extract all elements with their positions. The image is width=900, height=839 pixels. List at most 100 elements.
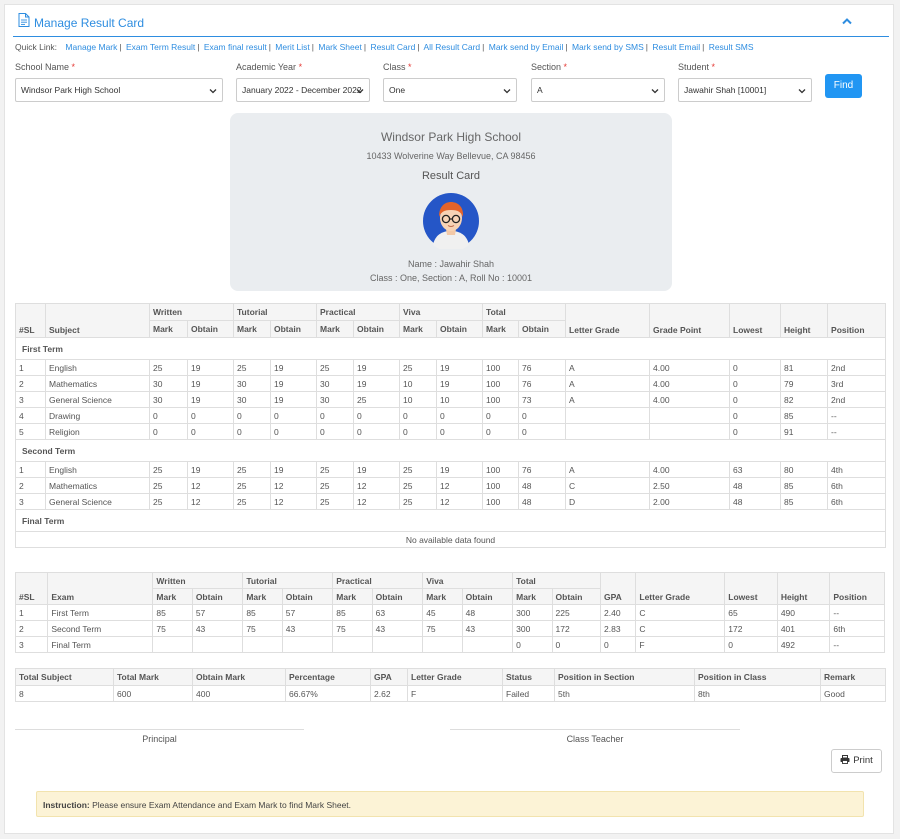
student-select[interactable]: Jawahir Shah [10001] (678, 78, 812, 102)
quick-link-mark-sheet[interactable]: Mark Sheet (318, 42, 361, 52)
table-cell: 30 (233, 375, 271, 392)
quick-link-mark-send-email[interactable]: Mark send by Email (489, 42, 564, 52)
table-cell: 2nd (827, 359, 887, 376)
group-header: Practical (316, 303, 401, 321)
table-row: 2 Mathematics 30 19 30 19 30 19 10 19 100 76 A 4.00 0 7… (15, 375, 887, 392)
table-cell: 81 (780, 359, 829, 376)
school-field: School Name * Windsor Park High School (15, 62, 223, 102)
mark-subheader: Mark (233, 320, 271, 338)
academic-year-field: Academic Year * January 2022 - December … (236, 62, 370, 102)
table-cell: 2 (15, 477, 46, 494)
height-header: Height (776, 572, 831, 605)
chevron-down-icon (651, 89, 659, 94)
table-cell (565, 407, 651, 424)
quick-link-merit-list[interactable]: Merit List (275, 42, 309, 52)
table-cell: 85 (780, 407, 829, 424)
table-cell (422, 636, 463, 653)
table-cell: 0 (600, 636, 637, 653)
mark-subheader: Mark (242, 588, 283, 605)
header-group-row: #SL Exam Written Tutorial Practical Viva Total… (14, 572, 885, 605)
quick-link-exam-final-result[interactable]: Exam final result (204, 42, 267, 52)
table-cell (152, 636, 193, 653)
class-field: Class * One (383, 62, 517, 102)
table-cell: 19 (187, 359, 234, 376)
header-group-row: #SL Subject Written Tutorial Practical Viva To… (15, 303, 887, 338)
overall-summary-table: Total Subject Total Mark Obtain Mark Percen… (15, 668, 886, 702)
find-button[interactable]: Find (825, 74, 862, 98)
term-heading-row: Second Term (14, 439, 887, 462)
table-cell: 2 (15, 375, 46, 392)
table-cell: 3 (15, 391, 46, 408)
obtain-subheader: Obtain (187, 320, 234, 338)
table-cell: 0 (512, 636, 553, 653)
mark-subheader: Mark (399, 320, 438, 338)
quick-link-result-card[interactable]: Result Card (370, 42, 415, 52)
table-cell: 0 (353, 423, 401, 440)
table-cell: Final Term (47, 636, 154, 653)
section-select[interactable]: A (531, 78, 665, 102)
summary-value: F (407, 685, 503, 702)
table-cell: English (45, 359, 150, 376)
table-row: 4 Drawing 0 0 0 0 0 0 0 0 0 0 0 85 -- (15, 407, 887, 424)
card-school-name: Windsor Park High School (380, 130, 522, 144)
table-cell: 0 (436, 407, 484, 424)
table-row: 3 General Science 25 12 25 12 25 12 25 12 100 48 D 2.… (15, 493, 887, 510)
term-heading-row: Final Term (14, 509, 887, 532)
summary-header: Percentage (285, 668, 371, 686)
table-cell: 19 (436, 375, 484, 392)
table-row: 1 English 25 19 25 19 25 19 25 19 100 76 A 4.00 0 81 2nd (15, 359, 887, 376)
table-cell: 0 (729, 359, 782, 376)
table-cell: 30 (149, 375, 188, 392)
table-cell: 0 (724, 636, 778, 653)
table-cell: 19 (187, 461, 234, 478)
quick-link-result-sms[interactable]: Result SMS (709, 42, 754, 52)
page-title: Manage Result Card (34, 16, 145, 30)
table-cell: -- (829, 604, 885, 621)
table-cell: 3 (15, 493, 46, 510)
table-cell: C (635, 620, 726, 637)
subject-marks-table: #SL Subject Written Tutorial Practical Viva To… (14, 303, 887, 548)
academic-year-select[interactable]: January 2022 - December 2022 (236, 78, 370, 102)
table-cell: 4.00 (649, 461, 731, 478)
table-cell: 76 (518, 375, 567, 392)
school-select[interactable]: Windsor Park High School (15, 78, 223, 102)
table-cell: 0 (316, 423, 355, 440)
table-cell: 25 (149, 477, 188, 494)
quick-link-all-result-card[interactable]: All Result Card (423, 42, 480, 52)
table-cell: 85 (242, 604, 283, 621)
quick-link-exam-term-result[interactable]: Exam Term Result (126, 42, 195, 52)
print-label: Print (853, 755, 873, 766)
table-cell: 85 (780, 493, 829, 510)
obtain-subheader: Obtain (551, 588, 602, 605)
table-cell: 401 (776, 620, 831, 637)
summary-value-row: 8 600 400 66.67% 2.62 F Failed 5th 8th Good (15, 685, 886, 702)
print-button[interactable]: Print (831, 749, 882, 773)
table-cell: 3 (14, 636, 49, 653)
exam-summary-table: #SL Exam Written Tutorial Practical Viva Total… (14, 572, 885, 653)
table-cell: 0 (353, 407, 401, 424)
table-cell: A (565, 375, 651, 392)
table-row: 3 Final Term 0 0 0 F 0 492 -- (14, 636, 885, 653)
table-cell: 91 (780, 423, 829, 440)
quick-link-manage-mark[interactable]: Manage Mark (65, 42, 117, 52)
printer-icon (840, 755, 850, 764)
summary-value: 2.62 (370, 685, 408, 702)
table-cell: 48 (729, 477, 782, 494)
summary-value: 66.67% (285, 685, 371, 702)
lowest-header: Lowest (729, 303, 782, 338)
table-cell: 0 (729, 407, 782, 424)
table-cell: 225 (551, 604, 602, 621)
table-cell: -- (829, 636, 885, 653)
table-cell: 25 (399, 359, 438, 376)
table-cell: 25 (399, 461, 438, 478)
table-cell: 43 (281, 620, 334, 637)
lowest-header: Lowest (724, 572, 778, 605)
quick-link-mark-send-sms[interactable]: Mark send by SMS (572, 42, 644, 52)
class-select[interactable]: One (383, 78, 517, 102)
quick-link-result-email[interactable]: Result Email (652, 42, 700, 52)
table-cell: 2.50 (649, 477, 731, 494)
table-cell: 12 (187, 493, 234, 510)
chevron-up-icon[interactable] (841, 16, 853, 26)
table-cell (332, 636, 373, 653)
table-cell: 492 (776, 636, 831, 653)
